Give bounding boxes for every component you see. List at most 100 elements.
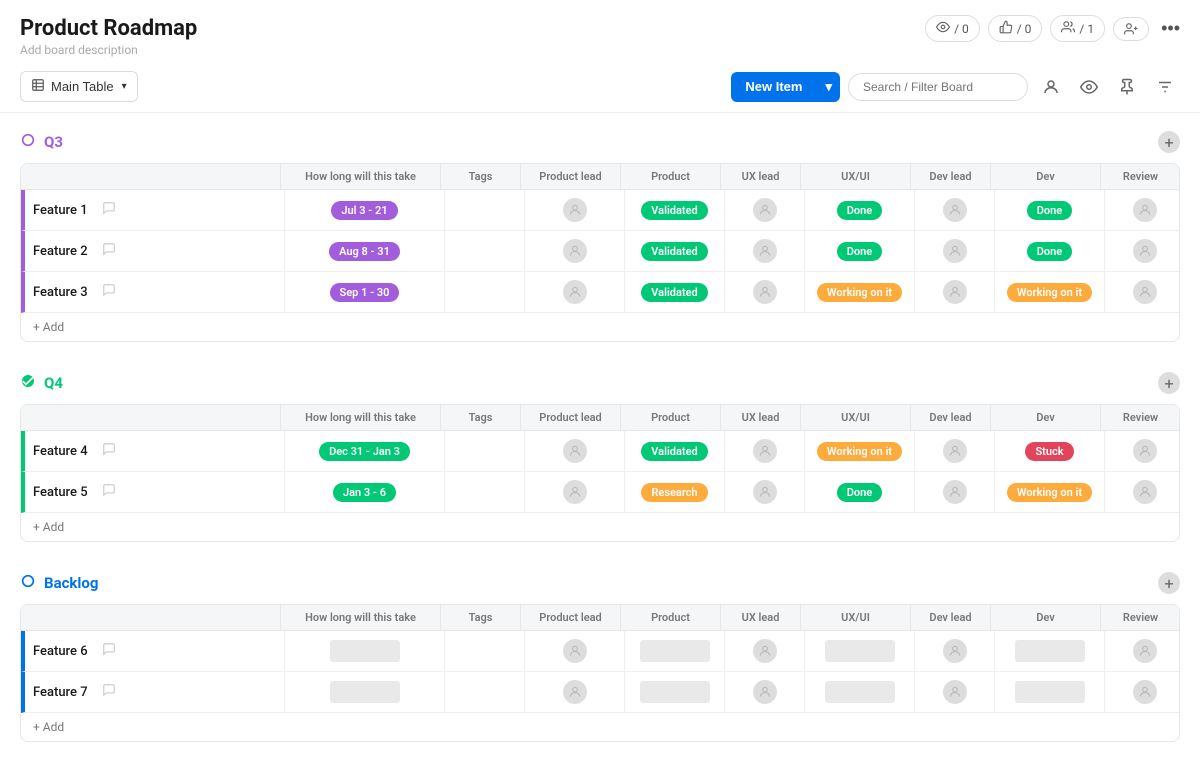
review-cell[interactable] [1105,272,1180,312]
search-input[interactable] [848,73,1028,101]
tags-cell[interactable] [445,472,525,512]
user-stat[interactable]: / 1 [1050,15,1105,42]
comment-icon[interactable] [102,683,116,701]
comment-icon[interactable] [102,242,116,260]
product-lead-cell[interactable] [525,631,625,671]
uxui-cell[interactable]: Done [805,472,915,512]
ux-lead-cell[interactable] [725,272,805,312]
account-icon[interactable] [1036,72,1066,102]
dev-cell[interactable]: Working on it [995,472,1105,512]
ux-lead-cell[interactable] [725,631,805,671]
review-cell[interactable] [1105,190,1180,230]
product-cell[interactable]: Validated [625,431,725,471]
eye-stat[interactable]: / 0 [925,15,980,42]
eye-view-icon[interactable] [1074,72,1104,102]
product-lead-cell[interactable] [525,672,625,712]
uxui-cell[interactable] [805,631,915,671]
avatar [753,280,777,304]
new-item-button[interactable]: New Item ▾ [731,72,840,102]
uxui-cell[interactable]: Done [805,190,915,230]
product-cell[interactable]: Validated [625,190,725,230]
pin-icon[interactable] [1112,72,1142,102]
comment-icon[interactable] [102,442,116,460]
product-cell[interactable]: Research [625,472,725,512]
tags-cell[interactable] [445,431,525,471]
duration-cell[interactable]: Sep 1 - 30 [285,272,445,312]
dev-lead-cell[interactable] [915,272,995,312]
dev-cell[interactable]: Done [995,231,1105,271]
uxui-cell[interactable]: Done [805,231,915,271]
add-row-q3[interactable]: + Add [21,313,1179,341]
table-row: Feature 3Sep 1 - 30ValidatedWorking on i… [21,272,1179,313]
duration-cell[interactable]: Dec 31 - Jan 3 [285,431,445,471]
product-lead-cell[interactable] [525,472,625,512]
ux-lead-cell[interactable] [725,672,805,712]
uxui-cell[interactable]: Working on it [805,272,915,312]
add-group-item-q4[interactable]: + [1158,372,1180,394]
dev-lead-cell[interactable] [915,231,995,271]
product-badge: Research [641,483,707,502]
review-cell[interactable] [1105,631,1180,671]
more-options-button[interactable]: ••• [1157,14,1184,43]
avatar [563,280,587,304]
col-header-dev: Dev [991,164,1101,189]
avatar [943,280,967,304]
duration-cell[interactable]: Aug 8 - 31 [285,231,445,271]
dev-lead-cell[interactable] [915,472,995,512]
uxui-cell[interactable]: Working on it [805,431,915,471]
add-person-btn[interactable] [1113,17,1149,41]
ux-lead-cell[interactable] [725,190,805,230]
dev-cell[interactable] [995,672,1105,712]
main-table-button[interactable]: Main Table ▾ [20,71,138,102]
table-row: Feature 5Jan 3 - 6ResearchDoneWorking on… [21,472,1179,513]
uxui-cell[interactable] [805,672,915,712]
dev-lead-cell[interactable] [915,190,995,230]
comment-icon[interactable] [102,642,116,660]
dev-cell[interactable]: Done [995,190,1105,230]
dev-lead-cell[interactable] [915,431,995,471]
duration-cell[interactable] [285,631,445,671]
group-name: Q3 [44,133,63,151]
dev-lead-cell[interactable] [915,631,995,671]
product-lead-cell[interactable] [525,190,625,230]
like-stat[interactable]: / 0 [988,15,1043,42]
tags-cell[interactable] [445,272,525,312]
row-name: Feature 1 [33,203,88,218]
group-backlog: Backlog+How long will this takeTagsProdu… [20,566,1180,742]
ux-lead-cell[interactable] [725,472,805,512]
product-lead-cell[interactable] [525,431,625,471]
tags-cell[interactable] [445,190,525,230]
filter-icon[interactable] [1150,72,1180,102]
product-cell[interactable]: Validated [625,272,725,312]
product-cell[interactable]: Validated [625,231,725,271]
duration-cell[interactable]: Jan 3 - 6 [285,472,445,512]
dev-cell[interactable]: Stuck [995,431,1105,471]
tags-cell[interactable] [445,672,525,712]
duration-cell[interactable]: Jul 3 - 21 [285,190,445,230]
add-group-item-backlog[interactable]: + [1158,572,1180,594]
dev-cell[interactable] [995,631,1105,671]
dev-cell[interactable]: Working on it [995,272,1105,312]
add-row-backlog[interactable]: + Add [21,713,1179,741]
tags-cell[interactable] [445,231,525,271]
product-lead-cell[interactable] [525,272,625,312]
tags-cell[interactable] [445,631,525,671]
review-cell[interactable] [1105,231,1180,271]
product-cell[interactable] [625,672,725,712]
ux-lead-cell[interactable] [725,231,805,271]
group-dot-icon [20,573,36,593]
review-cell[interactable] [1105,672,1180,712]
comment-icon[interactable] [102,201,116,219]
review-cell[interactable] [1105,431,1180,471]
duration-cell[interactable] [285,672,445,712]
dev-lead-cell[interactable] [915,672,995,712]
ux-lead-cell[interactable] [725,431,805,471]
product-cell[interactable] [625,631,725,671]
comment-icon[interactable] [102,283,116,301]
review-cell[interactable] [1105,472,1180,512]
row-name-cell: Feature 1 [25,190,285,230]
product-lead-cell[interactable] [525,231,625,271]
comment-icon[interactable] [102,483,116,501]
add-group-item-q3[interactable]: + [1158,131,1180,153]
add-row-q4[interactable]: + Add [21,513,1179,541]
